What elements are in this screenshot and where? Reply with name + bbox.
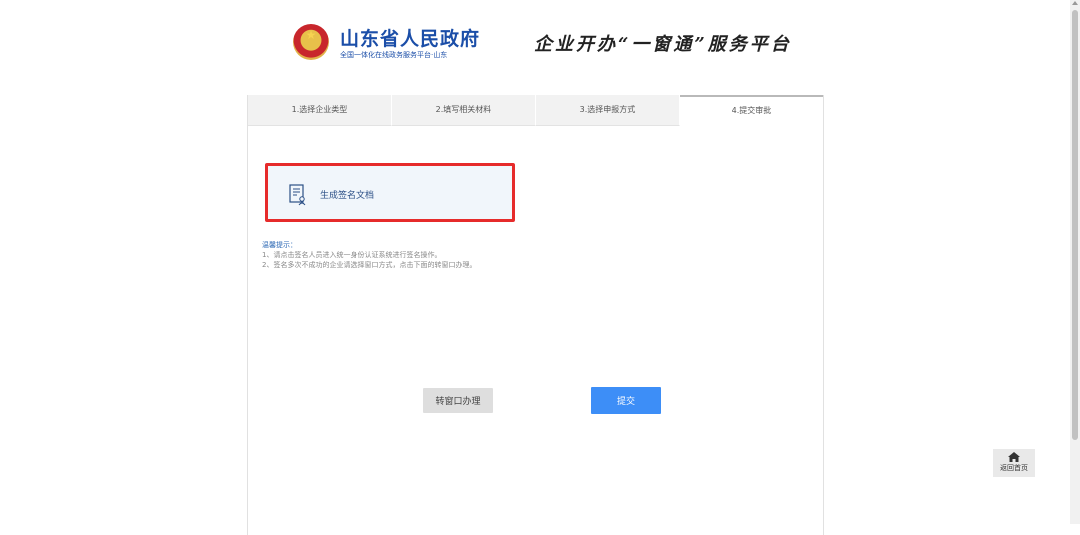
back-to-home-label: 返回首页 [1000,464,1028,472]
main-panel: 1.选择企业类型 2.填写相关材料 3.选择申报方式 4.提交审批 生成签名文档… [247,95,824,535]
gov-subtitle: 全国一体化在线政务服务平台·山东 [340,51,448,59]
document-sign-icon [289,184,306,206]
scroll-up-arrow-icon[interactable] [1072,1,1078,5]
tip-line: 2、签名多次不成功的企业请选择窗口方式，点击下面的转窗口办理。 [262,261,477,269]
step-tab-submit-approval[interactable]: 4.提交审批 [680,95,823,126]
vertical-scrollbar[interactable] [1070,0,1080,524]
back-to-home-button[interactable]: 返回首页 [993,449,1035,477]
submit-button[interactable]: 提交 [591,387,661,414]
tip-line: 1、请点击签名人员进入统一身份认证系统进行签名操作。 [262,251,442,259]
scrollbar-thumb[interactable] [1072,10,1078,440]
step-tab-fill-materials[interactable]: 2.填写相关材料 [392,95,536,126]
step-tab-select-method[interactable]: 3.选择申报方式 [536,95,680,126]
platform-title: 企业开办“一窗通”服务平台 [534,34,792,55]
tips-section: 温馨提示： 1、请点击签名人员进入统一身份认证系统进行签名操作。 2、签名多次不… [262,240,476,270]
home-icon [1008,452,1020,462]
tips-title: 温馨提示： [262,241,297,249]
page-header: ★ 山东省人民政府 全国一体化在线政务服务平台·山东 企业开办“一窗通”服务平台 [0,0,1080,90]
gov-title: 山东省人民政府 [340,28,481,50]
transfer-to-window-button[interactable]: 转窗口办理 [423,388,493,413]
step-tab-select-type[interactable]: 1.选择企业类型 [248,95,392,126]
step-tabs: 1.选择企业类型 2.填写相关材料 3.选择申报方式 4.提交审批 [248,95,823,126]
generate-signature-document-button[interactable]: 生成签名文档 [265,163,515,222]
generate-signature-label: 生成签名文档 [320,191,375,201]
national-emblem-icon: ★ [293,24,329,60]
